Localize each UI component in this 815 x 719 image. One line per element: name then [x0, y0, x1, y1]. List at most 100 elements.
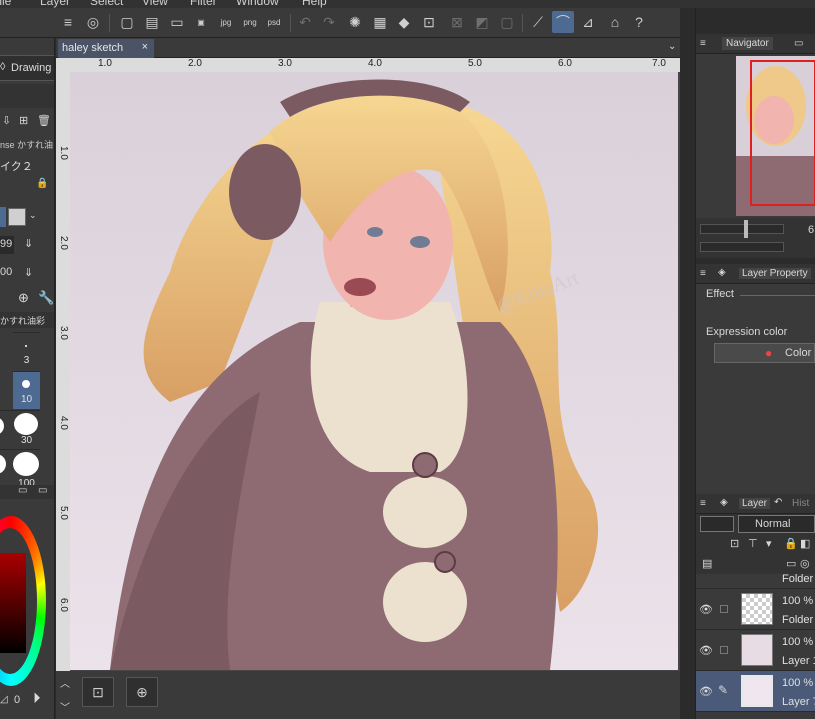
layer-color-box[interactable]	[700, 516, 734, 532]
learn-icon[interactable]: ⌂	[604, 11, 626, 33]
new-layer-icon[interactable]: ▭	[786, 557, 796, 570]
panel-menu-icon[interactable]: ≡	[700, 498, 706, 509]
export-psd-icon[interactable]: psd	[263, 11, 285, 33]
redo-icon[interactable]: ↷	[318, 11, 340, 33]
chevron-down-icon[interactable]: ⌄	[668, 41, 676, 52]
lock-icon[interactable]: 🔒	[36, 178, 48, 189]
duplicate-subtool-icon[interactable]: ⊞	[19, 114, 28, 127]
scroll-down-icon[interactable]: ﹀	[60, 699, 70, 714]
menu-icon[interactable]: ≡	[57, 11, 79, 33]
brush-size-prev[interactable]	[0, 410, 13, 448]
navigator-tab[interactable]: Navigator	[722, 37, 773, 50]
menu-layer[interactable]: Layer	[40, 0, 70, 8]
deselect-icon[interactable]: ⊠	[446, 11, 468, 33]
expand-color-icon[interactable]: ◿	[0, 694, 8, 705]
menu-select[interactable]: Select	[90, 0, 123, 8]
size-value[interactable]: 99	[0, 238, 12, 250]
color-tab-icon[interactable]: ▭	[18, 485, 27, 496]
drop-icon: ◊	[0, 61, 6, 73]
blend-mode-select[interactable]: Normal	[738, 515, 815, 533]
menu-view[interactable]: View	[142, 0, 168, 8]
brush-size-100[interactable]: 100	[13, 449, 40, 487]
panel-menu-icon[interactable]: ≡	[700, 268, 706, 279]
illustration: @KittaArt	[70, 72, 678, 670]
fill-icon[interactable]: ◆	[393, 11, 415, 33]
lock-icon[interactable]: 🔒	[784, 537, 798, 550]
brush-shape-selected[interactable]	[0, 207, 6, 227]
opacity-value[interactable]: 00	[0, 266, 12, 278]
fit-view-icon[interactable]: ⊡	[82, 677, 114, 707]
undo-icon[interactable]: ↶	[294, 11, 316, 33]
scroll-up-icon[interactable]: ︿	[60, 675, 70, 690]
snap-special-ruler-icon[interactable]: ⌒	[552, 11, 574, 33]
chevron-down-icon[interactable]: ⌄	[29, 210, 37, 221]
lock-transparent-icon[interactable]: ⊤	[748, 537, 758, 550]
size-pressure-icon[interactable]: ⇓	[24, 237, 33, 250]
tool-property-panel: ◊ Drawing ⇩ ⊞ 🗑 nse かすれ油 イク２ 🔒 ⌄ 99 ⇓ 00…	[0, 38, 55, 719]
layer-menu-icon[interactable]: ▤	[702, 557, 712, 570]
menu-file[interactable]: File	[0, 0, 11, 8]
navigator-preview[interactable]	[736, 56, 815, 216]
mask-icon[interactable]: ◧	[800, 537, 810, 550]
help-icon[interactable]: ?	[628, 11, 650, 33]
panel-menu-icon[interactable]: ≡	[700, 38, 706, 49]
layer-check[interactable]	[720, 605, 728, 613]
zoom-value: 6	[808, 224, 815, 236]
right-panel-column: ≡ Navigator ▭ 6 ≡ ◈ Layer Property Effec…	[680, 8, 815, 719]
loading-icon[interactable]: ✺	[344, 11, 366, 33]
eye-icon[interactable]: 👁	[699, 644, 713, 657]
snap-ruler-icon[interactable]: ⟋	[527, 11, 549, 33]
layer-check[interactable]	[720, 646, 728, 654]
play-icon[interactable]: ⏵	[33, 690, 41, 707]
layer-row[interactable]: 👁 100 % Nor Folder 4	[696, 589, 815, 630]
layer-list: Folder 5 👁 100 % Nor Folder 4 👁 100 % No…	[696, 574, 815, 719]
zoom-slider-handle[interactable]	[744, 220, 748, 238]
invert-selection-icon[interactable]: ◩	[471, 11, 493, 33]
delete-subtool-icon[interactable]: 🗑	[37, 114, 51, 127]
color-tab-icon-2[interactable]: ▭	[38, 485, 47, 496]
layer-row[interactable]: 👁 100 % Nor Layer 17	[696, 630, 815, 671]
new-canvas-icon[interactable]: ▢	[116, 11, 138, 33]
menu-help[interactable]: Help	[302, 0, 327, 8]
layer-row-selected[interactable]: 👁 ✎ 100 % Nor Layer 7	[696, 671, 815, 712]
history-tab[interactable]: Hist	[792, 498, 809, 509]
brush-size-10[interactable]: 10	[13, 371, 40, 409]
color-button[interactable]: ● Color	[714, 343, 815, 363]
new-folder-icon[interactable]: ◎	[800, 557, 810, 570]
layer-property-tab[interactable]: Layer Property	[739, 268, 811, 279]
show-selection-icon[interactable]: ▢	[496, 11, 518, 33]
copy-subtool-icon[interactable]: ⇩	[2, 114, 11, 127]
ref-layer-icon[interactable]: ▾	[766, 537, 772, 550]
rotate-slider[interactable]	[700, 242, 784, 252]
layer-row[interactable]: Folder 5	[696, 574, 815, 589]
sub-view-icon[interactable]: ▭	[794, 38, 803, 49]
app-icon[interactable]: ◎	[82, 11, 104, 33]
export-jpg-icon[interactable]: jpg	[215, 11, 237, 33]
brush-size-prev2[interactable]	[0, 449, 13, 487]
brush-size-3[interactable]: 3	[13, 332, 40, 370]
transform-icon[interactable]: ⊡	[418, 11, 440, 33]
menu-window[interactable]: Window	[236, 0, 279, 8]
opacity-pressure-icon[interactable]: ⇓	[24, 266, 33, 279]
layer-tab[interactable]: Layer	[739, 498, 771, 509]
document-tab[interactable]: haley sketch ×	[58, 39, 154, 58]
clip-icon[interactable]: ⊡	[730, 537, 739, 550]
reset-view-icon[interactable]: ⊕	[126, 677, 158, 707]
brush-size-30[interactable]: 30	[13, 410, 40, 448]
open-icon[interactable]: ▤	[141, 11, 163, 33]
eye-icon[interactable]: 👁	[699, 685, 713, 698]
close-icon[interactable]: ×	[142, 41, 148, 53]
export-png-icon[interactable]: png	[239, 11, 261, 33]
eye-icon[interactable]: 👁	[699, 603, 713, 616]
save-icon[interactable]: ▭	[166, 11, 188, 33]
stabilizer-icon[interactable]: ⊕	[18, 290, 29, 306]
menu-filter[interactable]: Filter	[190, 0, 217, 8]
drawing-canvas[interactable]: @KittaArt	[70, 72, 678, 670]
clear-icon[interactable]: ▦	[369, 11, 391, 33]
wrench-icon[interactable]: 🔧	[38, 290, 54, 306]
brush-shape-icon[interactable]	[8, 208, 26, 226]
color-square[interactable]	[0, 553, 26, 653]
export-image-icon[interactable]: ▣	[190, 11, 212, 33]
drawing-tab[interactable]: ◊ Drawing	[0, 55, 54, 81]
snap-grid-icon[interactable]: ⊿	[577, 11, 599, 33]
